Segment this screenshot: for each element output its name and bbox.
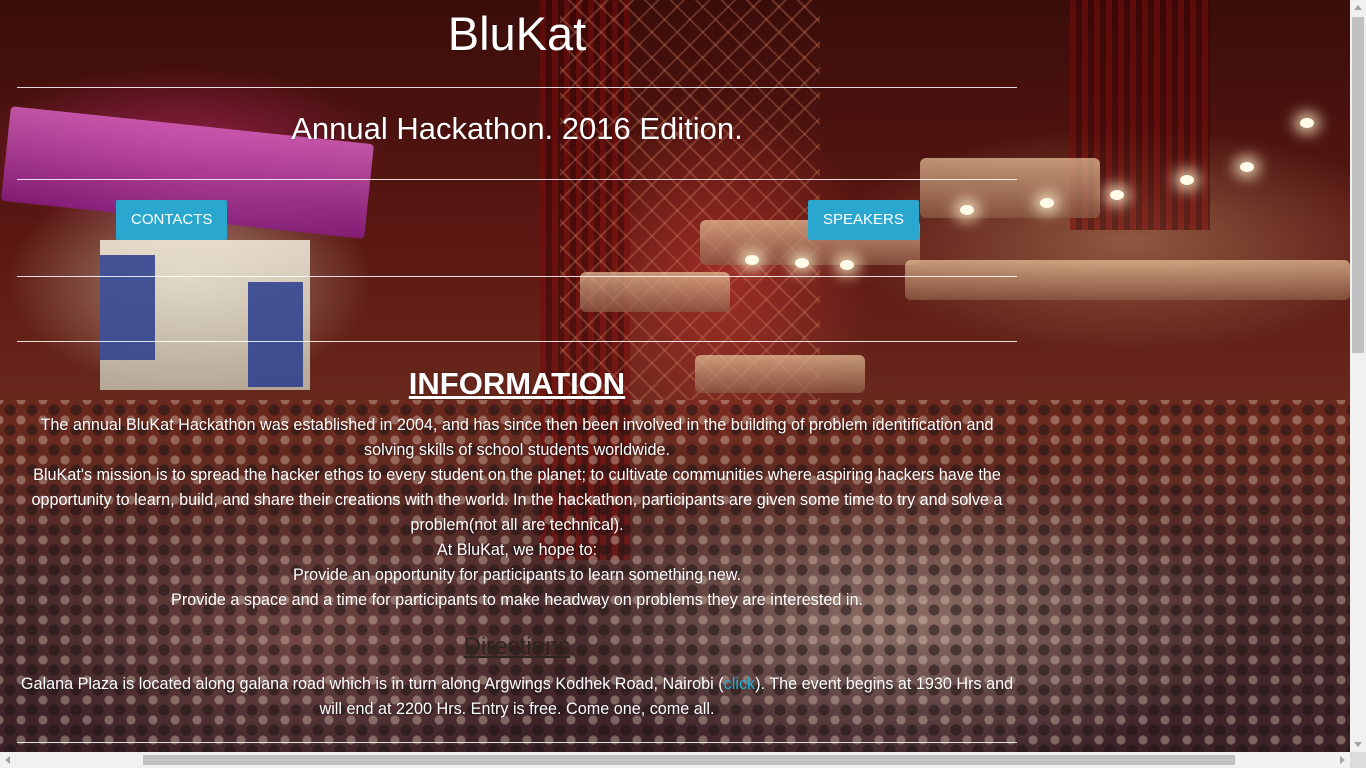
vertical-scroll-thumb[interactable] <box>1352 17 1364 353</box>
ceiling-light <box>1110 190 1124 200</box>
horizontal-scrollbar[interactable] <box>0 752 1350 768</box>
scroll-left-arrow-icon[interactable] <box>5 756 10 764</box>
scrollbar-corner <box>1350 752 1366 768</box>
horizontal-scroll-thumb[interactable] <box>143 755 1235 765</box>
vertical-scrollbar[interactable] <box>1350 0 1366 752</box>
site-subtitle: Annual Hackathon. 2016 Edition. <box>291 111 743 146</box>
ceiling-light <box>1180 175 1194 185</box>
speakers-button[interactable]: SPEAKERS <box>808 200 919 240</box>
information-paragraph: BluKat's mission is to spread the hacker… <box>31 466 1003 534</box>
directions-map-link[interactable]: click <box>724 675 755 693</box>
directions-text-before: Galana Plaza is located along galana roa… <box>20 675 724 693</box>
divider <box>17 87 1017 88</box>
balcony-tier <box>920 158 1100 218</box>
information-paragraph: Provide an opportunity for participants … <box>292 566 742 584</box>
information-paragraph: Provide a space and a time for participa… <box>171 591 863 609</box>
scroll-right-arrow-icon[interactable] <box>1340 756 1345 764</box>
site-title: BluKat <box>447 7 587 60</box>
ceiling-light <box>1300 118 1314 128</box>
directions-heading: Directions <box>463 633 571 660</box>
ceiling-light <box>840 260 854 270</box>
balcony-box <box>580 272 730 312</box>
divider <box>17 341 1017 342</box>
information-text: The annual BluKat Hackathon was establis… <box>17 413 1017 613</box>
divider <box>17 276 1017 277</box>
divider <box>17 742 1017 743</box>
directions-text: Galana Plaza is located along galana roa… <box>17 672 1017 722</box>
lattice-wall <box>560 0 820 400</box>
information-paragraph: At BluKat, we hope to: <box>436 541 598 559</box>
ceiling-light <box>1040 198 1054 208</box>
balcony-tier <box>905 260 1350 300</box>
ceiling-light <box>960 205 974 215</box>
divider <box>17 179 1017 180</box>
scroll-down-arrow-icon[interactable] <box>1354 742 1362 747</box>
contacts-button[interactable]: CONTACTS <box>116 200 228 240</box>
stage-flag-left <box>100 255 155 360</box>
information-paragraph: The annual BluKat Hackathon was establis… <box>40 416 994 459</box>
ceiling-light <box>1240 162 1254 172</box>
information-heading: INFORMATION <box>408 366 626 401</box>
ceiling-light <box>795 258 809 268</box>
scroll-up-arrow-icon[interactable] <box>1354 5 1362 10</box>
ceiling-light <box>745 255 759 265</box>
